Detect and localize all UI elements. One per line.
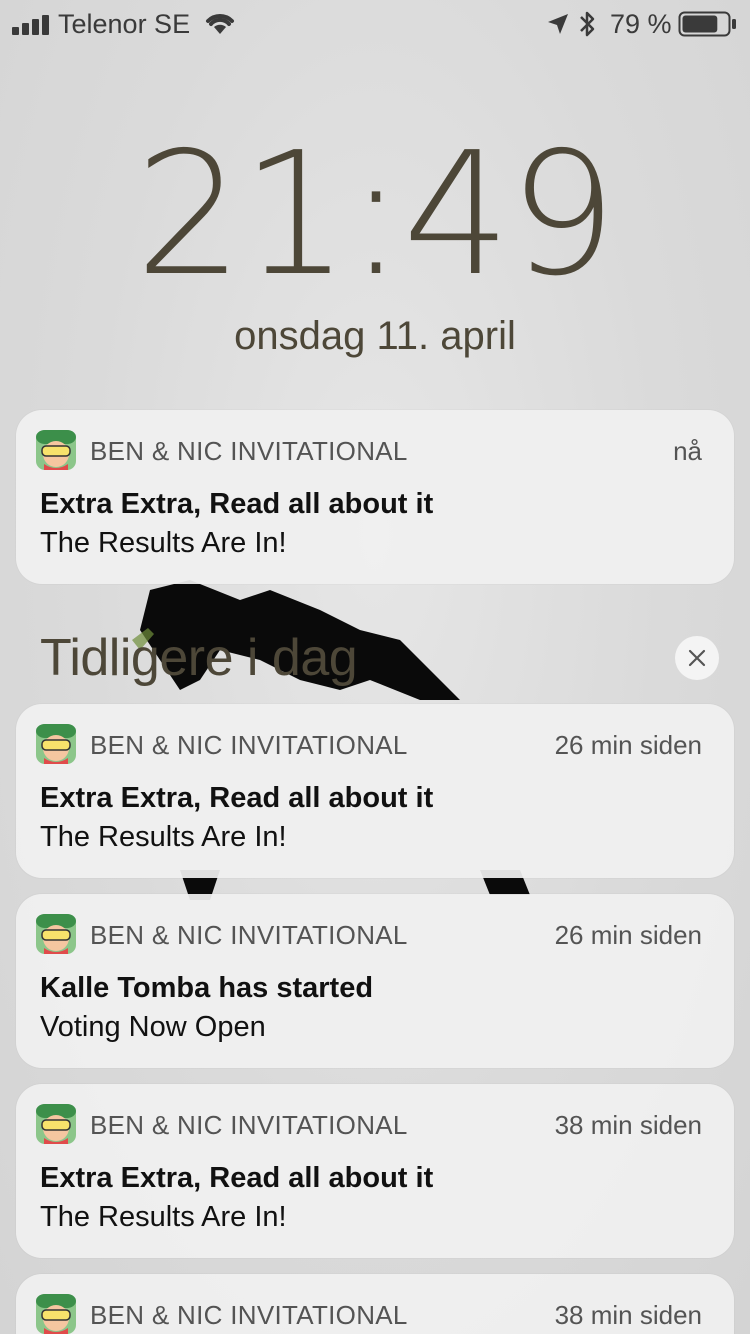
section-header-earlier-today: Tidligere i dag — [40, 629, 358, 687]
app-name: BEN & NIC INVITATIONAL — [90, 1110, 408, 1140]
notification-card[interactable]: BEN & NIC INVITATIONAL 38 min siden Extr… — [16, 1084, 734, 1258]
notification-title: Extra Extra, Read all about it — [40, 782, 434, 814]
cellular-signal-icon — [12, 13, 49, 35]
notification-card[interactable]: BEN & NIC INVITATIONAL 26 min siden Extr… — [16, 704, 734, 878]
notification-body: Voting Now Open — [40, 1011, 266, 1043]
close-icon — [688, 649, 706, 667]
clear-notifications-button[interactable] — [675, 636, 719, 680]
notification-title: Extra Extra, Read all about it — [40, 488, 434, 520]
app-name: BEN & NIC INVITATIONAL — [90, 920, 408, 950]
app-name: BEN & NIC INVITATIONAL — [90, 730, 408, 760]
battery-percentage: 79 % — [610, 9, 672, 39]
wifi-icon — [206, 14, 234, 34]
notification-time: 38 min siden — [554, 1110, 702, 1140]
lock-screen-time: 21:49 — [135, 116, 617, 314]
notification-time: 26 min siden — [554, 730, 702, 760]
app-icon — [36, 724, 76, 764]
location-arrow-icon — [548, 14, 568, 34]
status-bar: Telenor SE 79 % — [0, 0, 750, 48]
notification-card[interactable]: BEN & NIC INVITATIONAL 38 min siden — [16, 1274, 734, 1334]
app-icon — [36, 914, 76, 954]
bluetooth-icon — [580, 11, 595, 37]
notification-body: The Results Are In! — [40, 1201, 287, 1233]
notification-body: The Results Are In! — [40, 527, 287, 559]
notification-title: Extra Extra, Read all about it — [40, 1162, 434, 1194]
app-icon — [36, 430, 76, 470]
app-name: BEN & NIC INVITATIONAL — [90, 436, 408, 466]
notification-time: nå — [673, 436, 702, 466]
app-icon — [36, 1104, 76, 1144]
notification-body: The Results Are In! — [40, 821, 287, 853]
app-icon — [36, 1294, 76, 1334]
battery-icon — [678, 11, 736, 37]
notification-card[interactable]: BEN & NIC INVITATIONAL 26 min siden Kall… — [16, 894, 734, 1068]
notification-title: Kalle Tomba has started — [40, 972, 374, 1004]
carrier-name: Telenor SE — [58, 9, 191, 39]
lock-screen-date: onsdag 11. april — [234, 314, 516, 358]
notification-time: 38 min siden — [554, 1300, 702, 1330]
app-name: BEN & NIC INVITATIONAL — [90, 1300, 408, 1330]
notification-time: 26 min siden — [554, 920, 702, 950]
notification-card[interactable]: BEN & NIC INVITATIONAL nå Extra Extra, R… — [16, 410, 734, 584]
